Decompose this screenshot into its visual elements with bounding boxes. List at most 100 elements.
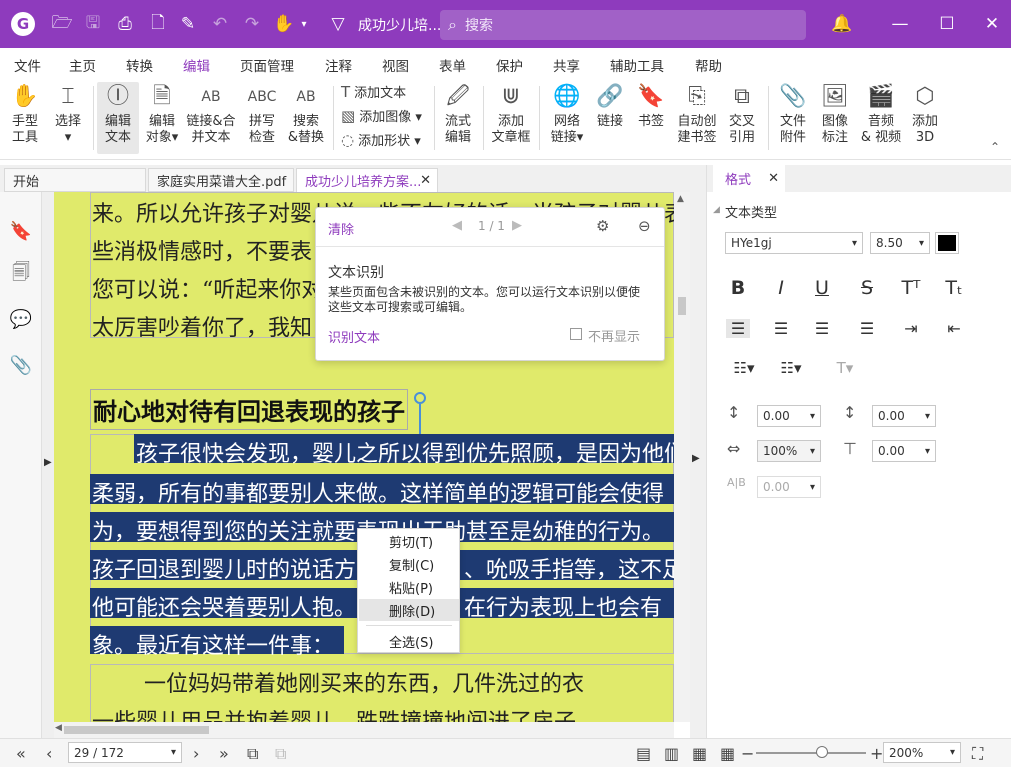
- menu-home[interactable]: 主页: [69, 55, 96, 75]
- rotate-handle[interactable]: [414, 392, 426, 404]
- search-replace-button[interactable]: AB 搜索 &替换: [285, 82, 327, 154]
- tab-format[interactable]: 格式 ✕: [713, 165, 785, 192]
- bell-icon[interactable]: 🔔: [830, 12, 854, 36]
- add-text-button[interactable]: T 添加文本: [341, 82, 406, 102]
- audio-video-button[interactable]: 🎬 音频 & 视频: [858, 82, 904, 154]
- left-panel-toggle[interactable]: ▶: [42, 192, 54, 738]
- zoom-slider-thumb[interactable]: [816, 746, 828, 758]
- web-link-button[interactable]: 🌐 网络 链接▾: [545, 82, 589, 154]
- menu-item-copy[interactable]: 复制(C): [359, 553, 459, 575]
- two-page-continuous-icon[interactable]: ▦: [720, 744, 735, 763]
- search-input[interactable]: ⌕ 搜索: [440, 10, 806, 40]
- right-panel-toggle[interactable]: ▶: [690, 165, 706, 738]
- undo-icon[interactable]: ↶: [208, 12, 232, 36]
- menu-item-paste[interactable]: 粘贴(P): [359, 576, 459, 598]
- bullet-list-icon[interactable]: ☷▾: [726, 359, 762, 377]
- file-attachment-button[interactable]: 📎 文件 附件: [774, 82, 812, 154]
- single-page-view-icon[interactable]: ▤: [636, 744, 651, 763]
- minimize-icon[interactable]: —: [888, 12, 912, 36]
- pages-icon[interactable]: 🗐: [10, 262, 32, 286]
- attachment-icon[interactable]: 📎: [10, 354, 32, 376]
- menu-view[interactable]: 视图: [382, 55, 409, 75]
- text-effect-icon[interactable]: T▾: [827, 359, 863, 377]
- align-left-icon[interactable]: ☰: [726, 319, 750, 338]
- link-merge-text-button[interactable]: AB 链接&合 并文本: [185, 82, 237, 154]
- zoom-level-select[interactable]: 200%: [883, 742, 961, 763]
- spell-check-button[interactable]: ABC 拼写 检查: [243, 82, 281, 154]
- tab-start[interactable]: 开始: [4, 168, 146, 192]
- tab-success-plan[interactable]: 成功少儿培养方案... ✕: [296, 168, 438, 192]
- first-page-icon[interactable]: «: [16, 744, 26, 763]
- clear-link[interactable]: 清除: [328, 219, 354, 238]
- image-annotation-button[interactable]: 🖼 图像 标注: [816, 82, 854, 154]
- flow-edit-button[interactable]: 🖉 流式 编辑: [439, 82, 477, 154]
- fullscreen-icon[interactable]: ⛶: [972, 744, 983, 764]
- menu-edit[interactable]: 编辑: [183, 55, 210, 81]
- next-page-icon[interactable]: ›: [193, 744, 199, 763]
- align-center-icon[interactable]: ☰: [769, 319, 793, 338]
- menu-page-manage[interactable]: 页面管理: [240, 55, 294, 75]
- scroll-up-icon[interactable]: ▲: [677, 194, 684, 204]
- menu-comment[interactable]: 注释: [325, 55, 352, 75]
- redo-icon[interactable]: ↷: [240, 12, 264, 36]
- bookmark-button[interactable]: 🔖 书签: [634, 82, 668, 154]
- subscript-button[interactable]: Tₜ: [942, 277, 966, 299]
- dont-show-checkbox[interactable]: [570, 328, 582, 340]
- menu-item-select-all[interactable]: 全选(S): [359, 630, 459, 652]
- zoom-in-icon[interactable]: +: [870, 744, 883, 763]
- hand-tool-button[interactable]: ✋ 手型 工具: [6, 82, 44, 154]
- menu-help[interactable]: 帮助: [695, 55, 722, 75]
- maximize-icon[interactable]: ☐: [935, 12, 959, 36]
- italic-button[interactable]: I: [769, 277, 793, 299]
- paragraph-spacing-select[interactable]: 0.00: [872, 405, 936, 427]
- menu-item-cut[interactable]: 剪切(T): [359, 530, 459, 552]
- close-panel-icon[interactable]: ✕: [768, 171, 779, 186]
- document-viewport[interactable]: 来。所以允许孩子对婴儿说一些不友好的话，当孩子对婴儿表 些消极情感时，不要表 您…: [54, 192, 674, 722]
- page-number-input[interactable]: 29 / 172: [68, 742, 182, 763]
- select-tool-button[interactable]: ⌶ 选择 ▾: [48, 82, 88, 154]
- collapse-ribbon-icon[interactable]: ⌃: [990, 140, 1000, 154]
- chevron-down-icon[interactable]: ▾: [292, 12, 316, 36]
- prev-page-icon[interactable]: ‹: [46, 744, 52, 763]
- recognize-text-link[interactable]: 识别文本: [328, 327, 380, 346]
- cross-reference-button[interactable]: ⧉ 交叉 引用: [724, 82, 760, 154]
- collapse-section-icon[interactable]: ◢: [713, 205, 720, 215]
- menu-convert[interactable]: 转换: [126, 55, 153, 75]
- line-spacing-select[interactable]: 0.00: [757, 405, 821, 427]
- menu-share[interactable]: 共享: [553, 55, 580, 75]
- edit-page-icon[interactable]: ✎: [176, 12, 200, 36]
- auto-bookmark-button[interactable]: ⎘ 自动创 建书签: [674, 82, 720, 154]
- font-color-picker[interactable]: [935, 232, 959, 254]
- baseline-offset-select[interactable]: 0.00: [872, 440, 936, 462]
- zoom-slider-track[interactable]: [756, 752, 866, 754]
- add-textbox-button[interactable]: ⋓ 添加 文章框: [489, 82, 533, 154]
- add-image-button[interactable]: ▧ 添加图像 ▾: [341, 106, 422, 126]
- add-3d-button[interactable]: ⬡ 添加 3D: [906, 82, 944, 154]
- font-size-select[interactable]: 8.50: [870, 232, 930, 254]
- dropdown-icon[interactable]: ▽: [326, 12, 350, 36]
- close-tab-icon[interactable]: ✕: [420, 173, 431, 188]
- superscript-button[interactable]: Tᵀ: [899, 277, 923, 299]
- folder-open-icon[interactable]: 🗁: [50, 12, 74, 36]
- horizontal-scrollbar[interactable]: ◀: [54, 722, 674, 738]
- menu-file[interactable]: 文件: [14, 55, 41, 75]
- strikethrough-button[interactable]: S: [855, 277, 879, 299]
- menu-accessibility[interactable]: 辅助工具: [610, 55, 664, 75]
- save-icon[interactable]: 🖫: [81, 12, 105, 36]
- prev-page-icon[interactable]: ◀: [452, 218, 462, 233]
- tab-recipes[interactable]: 家庭实用菜谱大全.pdf: [148, 168, 294, 192]
- underline-button[interactable]: U: [810, 277, 834, 299]
- char-spacing-select[interactable]: 0.00: [757, 476, 821, 498]
- edit-text-button[interactable]: Ⓘ 编辑 文本: [97, 82, 139, 154]
- new-file-icon[interactable]: 🗋: [146, 12, 170, 36]
- close-icon[interactable]: ✕: [980, 12, 1004, 36]
- menu-protect[interactable]: 保护: [496, 55, 523, 75]
- scroll-thumb[interactable]: [678, 297, 686, 315]
- indent-decrease-icon[interactable]: ⇤: [942, 319, 966, 338]
- bold-button[interactable]: B: [726, 277, 750, 299]
- edit-object-button[interactable]: 🗎 编辑 对象▾: [141, 82, 183, 154]
- font-family-select[interactable]: HYe1gj: [725, 232, 863, 254]
- two-page-view-icon[interactable]: ▦: [692, 744, 707, 763]
- paste-page-icon[interactable]: ⧉: [275, 744, 286, 764]
- char-scale-select[interactable]: 100%: [757, 440, 821, 462]
